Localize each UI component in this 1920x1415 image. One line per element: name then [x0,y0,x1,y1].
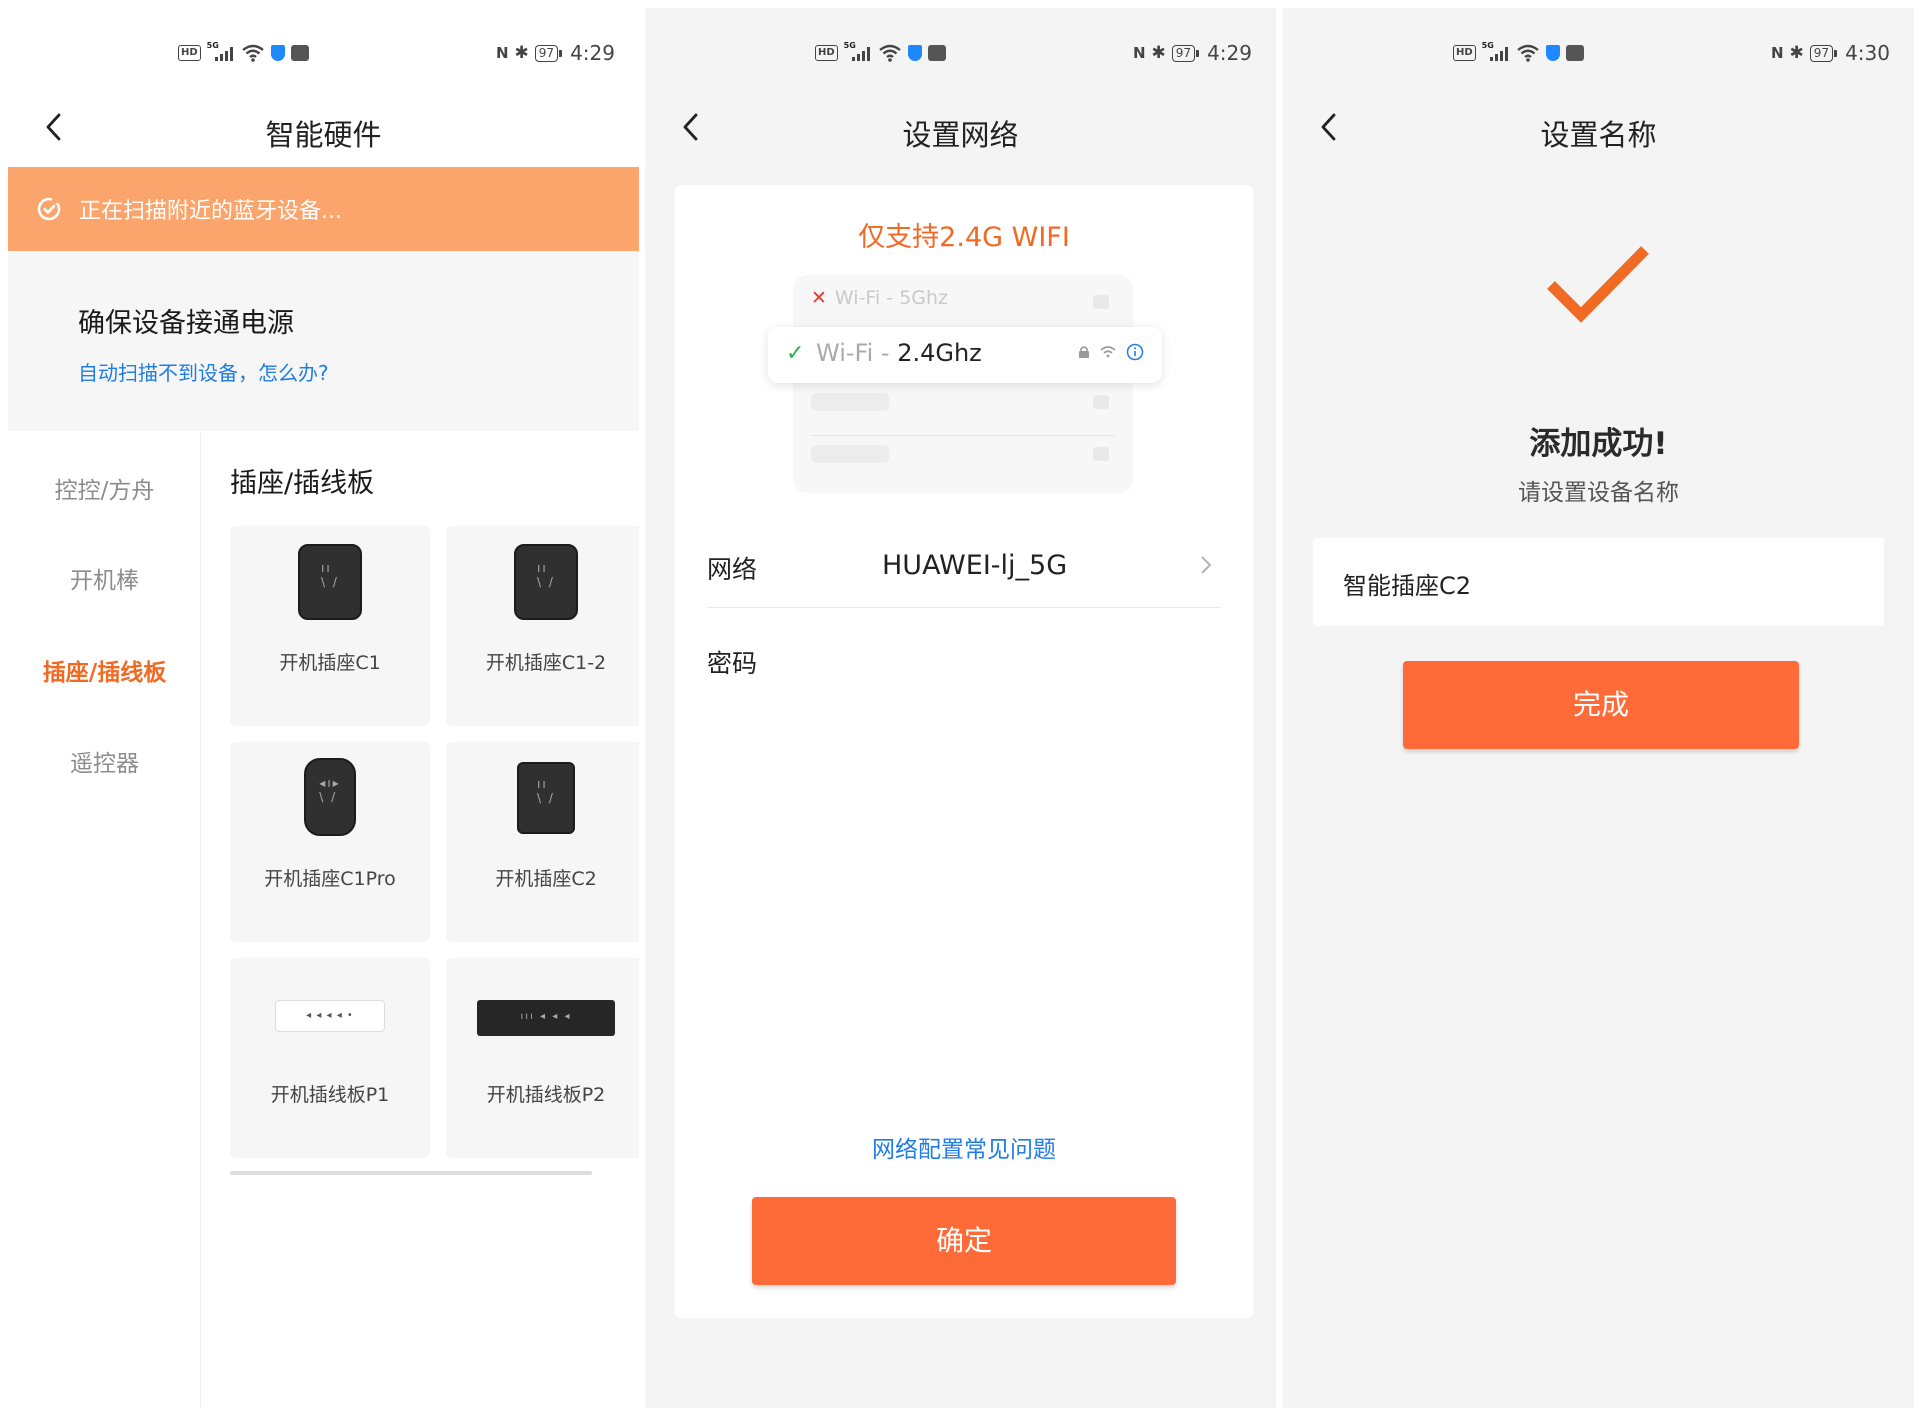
wifi-band-illustration: ✕ Wi-Fi - 5Ghz [793,275,1133,493]
network-panel: 仅支持2.4G WIFI ✕ Wi-Fi - 5Ghz ✓ Wi-Fi - 2.4… [675,185,1253,1318]
cross-icon: ✕ [811,287,827,309]
bluetooth-icon: ✱ [514,43,529,63]
product-card-c1-2[interactable]: ıı \ / 开机插座C1-2 [446,526,639,726]
wifi-icon [878,44,901,62]
network-label: 网络 [707,555,758,584]
battery-icon: 97 [1809,44,1838,62]
category-sidebar: 控控/方舟 开机棒 插座/插线板 遥控器 [8,433,201,1408]
product-card-p1[interactable]: ◂ ◂ ◂ ◂ • 开机插线板P1 [230,958,430,1158]
power-strip-p2-image: ııı ◂ ◂ ◂ [477,1000,615,1036]
page-title: 设置网络 [902,118,1019,152]
success-title: 添加成功! [1529,426,1668,462]
page-title: 智能硬件 [265,118,382,152]
password-label: 密码 [707,649,758,678]
network-value: HUAWEI-lj_5G [882,550,1068,581]
sidebar-item-kongkong[interactable]: 控控/方舟 [8,471,201,505]
product-label: 开机插座C1-2 [485,652,607,674]
title-bar: 智能硬件 [8,98,639,158]
product-card-c2[interactable]: ıı \ / 开机插座C2 [446,742,639,942]
status-bar: HD 5G N ✱ 97 4:30 [1283,40,1914,66]
scan-status-text: 正在扫描附近的蓝牙设备... [79,199,342,224]
scanning-icon [37,196,61,221]
product-label: 开机插线板P1 [270,1084,390,1106]
hd-icon: HD [1453,45,1476,61]
product-label: 开机插线板P2 [486,1084,606,1106]
hd-icon: HD [815,45,838,61]
signal-icon: 5G [1482,41,1510,63]
wifi-icon [1516,44,1539,62]
app-notification-icon [1565,45,1584,61]
clock: 4:29 [570,41,615,65]
device-name-input[interactable]: 智能插座C2 [1313,538,1884,626]
info-icon [1126,343,1144,361]
horizontal-scrollbar[interactable] [230,1171,592,1175]
category-title: 插座/插线板 [230,468,375,499]
product-card-p2[interactable]: ııı ◂ ◂ ◂ 开机插线板P2 [446,958,639,1158]
app-notification-icon [290,45,309,61]
nfc-icon: N [495,44,509,62]
socket-c2-image: ıı \ / [517,762,575,834]
scan-help-link[interactable]: 自动扫描不到设备，怎么办? [78,357,329,386]
nfc-icon: N [1132,44,1146,62]
check-icon: ✓ [786,341,805,366]
chevron-right-icon [1201,556,1212,574]
wifi-requirement-notice: 仅支持2.4G WIFI [858,222,1070,253]
status-bar: HD 5G N ✱ 97 4:29 [8,40,639,66]
socket-c1-2-image: ıı \ / [514,544,578,620]
sidebar-item-remote[interactable]: 遥控器 [8,744,201,778]
signal-icon: 5G [207,41,235,63]
bluetooth-icon: ✱ [1151,43,1166,63]
network-faq-link[interactable]: 网络配置常见问题 [675,1130,1253,1164]
title-bar: 设置名称 [1283,98,1914,158]
power-tip-box: 确保设备接通电源 自动扫描不到设备，怎么办? [8,251,639,431]
shield-icon [907,45,922,61]
nfc-icon: N [1770,44,1784,62]
battery-icon: 97 [534,44,563,62]
battery-icon: 97 [1171,44,1200,62]
wifi-icon [241,44,264,62]
clock: 4:30 [1845,41,1890,65]
title-bar: 设置网络 [645,98,1276,158]
screen-set-name: HD 5G N ✱ 97 4:30 设置名称 添加成功! 请设置设备名称 智能插… [1283,8,1914,1408]
wifi-24ghz-example: ✓ Wi-Fi - 2.4Ghz [768,327,1162,383]
signal-icon: 5G [844,41,872,63]
socket-c1pro-image: ◂ı▸ \ / [304,758,356,836]
socket-c1-image: ıı \ / [298,544,362,620]
page-title: 设置名称 [1540,118,1657,152]
product-label: 开机插座C1Pro [264,868,396,890]
wifi-icon [1100,346,1116,358]
success-check-icon [1547,246,1649,323]
confirm-button[interactable]: 确定 [752,1197,1176,1285]
scan-status-banner: 正在扫描附近的蓝牙设备... [8,167,639,251]
hd-icon: HD [178,45,201,61]
bluetooth-icon: ✱ [1789,43,1804,63]
product-card-c1pro[interactable]: ◂ı▸ \ / 开机插座C1Pro [230,742,430,942]
done-button[interactable]: 完成 [1403,661,1799,749]
clock: 4:29 [1207,41,1252,65]
password-row[interactable]: 密码 [707,622,1221,702]
app-notification-icon [927,45,946,61]
product-card-c1[interactable]: ıı \ / 开机插座C1 [230,526,430,726]
shield-icon [1545,45,1560,61]
network-row[interactable]: 网络 HUAWEI-lj_5G [707,528,1221,608]
power-strip-p1-image: ◂ ◂ ◂ ◂ • [275,1000,385,1032]
device-name-value: 智能插座C2 [1343,572,1472,600]
status-bar: HD 5G N ✱ 97 4:29 [645,40,1276,66]
lock-icon [1079,346,1089,358]
product-label: 开机插座C2 [495,868,597,890]
success-subtitle: 请设置设备名称 [1518,480,1679,506]
sidebar-item-sockets[interactable]: 插座/插线板 [8,653,201,687]
screen-set-network: HD 5G N ✱ 97 4:29 设置网络 仅支持2.4G WIFI ✕ Wi-… [645,8,1276,1408]
screen-smart-hardware: HD 5G N ✱ 97 4:29 智能硬件 正在扫描附近的蓝牙设备... 确保… [8,8,639,1408]
power-tip-title: 确保设备接通电源 [78,308,294,339]
shield-icon [270,45,285,61]
sidebar-item-power-stick[interactable]: 开机棒 [8,561,201,595]
product-label: 开机插座C1 [279,652,381,674]
